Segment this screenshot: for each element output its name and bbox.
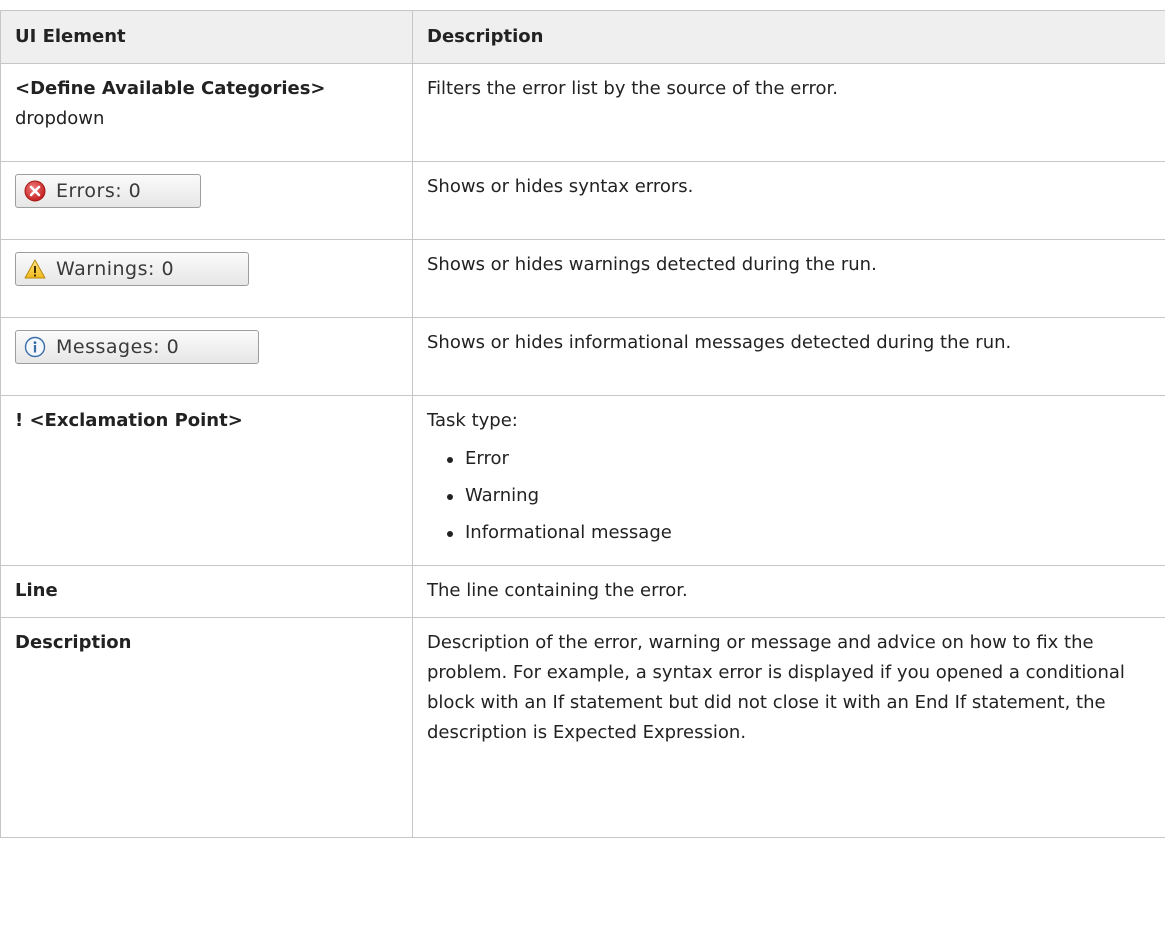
description-text: Description of the error, warning or mes…	[427, 632, 1125, 743]
description-cell: Description of the error, warning or mes…	[412, 617, 1165, 838]
element-cell: Description	[0, 617, 413, 838]
warning-triangle-icon	[24, 258, 46, 280]
messages-button-label: Messages: 0	[56, 336, 180, 358]
description-cell: Shows or hides warnings detected during …	[412, 239, 1165, 318]
table-row-categories: <Define Available Categories> dropdown F…	[0, 63, 1165, 162]
list-item: Warning	[447, 481, 1152, 511]
table-row-messages: Messages: 0 Shows or hides informational…	[0, 317, 1165, 396]
warnings-toggle-button[interactable]: Warnings: 0	[15, 252, 249, 286]
element-cell: Errors: 0	[0, 161, 413, 240]
element-cell: Line	[0, 565, 413, 618]
ui-element-table: UI Element Description <Define Available…	[0, 10, 1165, 838]
list-item: Error	[447, 444, 1152, 474]
element-cell: ! <Exclamation Point>	[0, 395, 413, 566]
description-cell: The line containing the error.	[412, 565, 1165, 618]
table-row-warnings: Warnings: 0 Shows or hides warnings dete…	[0, 239, 1165, 318]
table-row-line: Line The line containing the error.	[0, 565, 1165, 618]
column-header-ui-element: UI Element	[0, 10, 413, 64]
errors-button-label: Errors: 0	[56, 180, 142, 202]
element-cell: Messages: 0	[0, 317, 413, 396]
task-type-intro: Task type:	[427, 410, 518, 431]
warnings-button-label: Warnings: 0	[56, 258, 175, 280]
column-header-description: Description	[412, 10, 1165, 64]
element-cell: <Define Available Categories> dropdown	[0, 63, 413, 162]
description-cell: Filters the error list by the source of …	[412, 63, 1165, 162]
info-circle-icon	[24, 336, 46, 358]
table-row-description: Description Description of the error, wa…	[0, 617, 1165, 838]
messages-toggle-button[interactable]: Messages: 0	[15, 330, 259, 364]
description-cell: Shows or hides informational messages de…	[412, 317, 1165, 396]
element-type-dropdown: dropdown	[15, 108, 105, 129]
table-row-exclamation: ! <Exclamation Point> Task type: Error W…	[0, 395, 1165, 566]
error-circle-icon	[24, 180, 46, 202]
table-row-errors: Errors: 0 Shows or hides syntax errors.	[0, 161, 1165, 240]
list-item: Informational message	[447, 518, 1152, 548]
description-cell: Task type: Error Warning Informational m…	[412, 395, 1165, 566]
errors-toggle-button[interactable]: Errors: 0	[15, 174, 201, 208]
task-type-list: Error Warning Informational message	[427, 444, 1152, 548]
description-cell: Shows or hides syntax errors.	[412, 161, 1165, 240]
element-name-categories: <Define Available Categories>	[15, 78, 326, 99]
element-cell: Warnings: 0	[0, 239, 413, 318]
table-header-row: UI Element Description	[0, 10, 1165, 64]
